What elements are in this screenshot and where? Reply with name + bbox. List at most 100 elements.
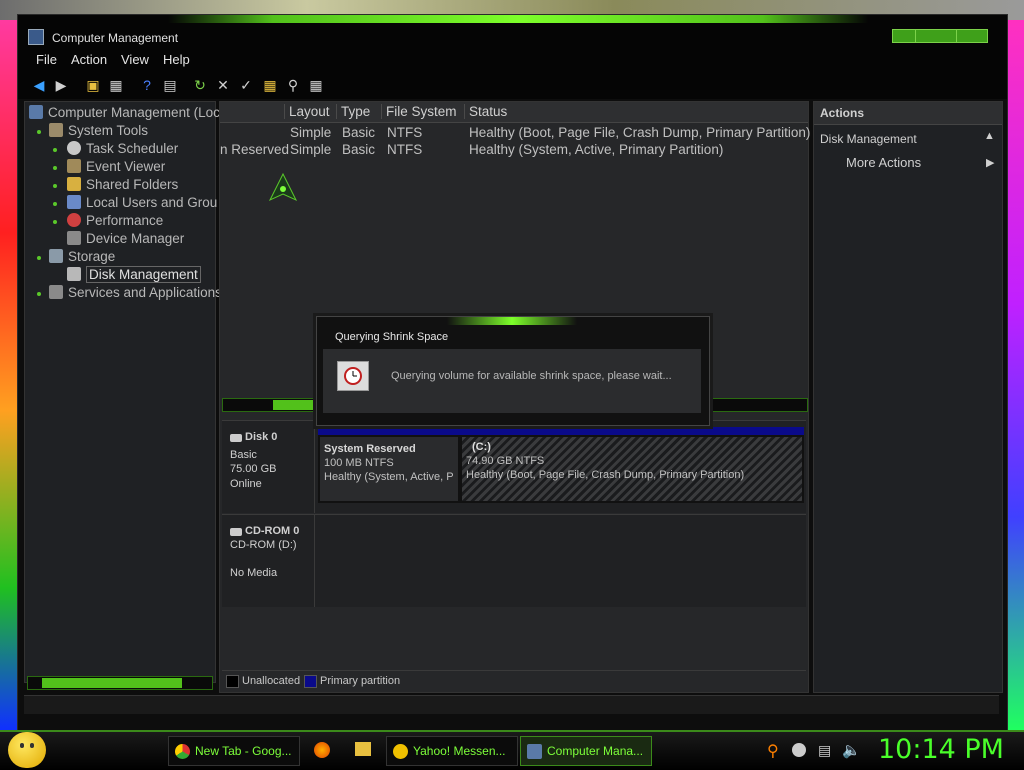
unallocated-swatch (226, 675, 239, 688)
tree-horizontal-scrollbar[interactable] (27, 676, 213, 690)
close-button[interactable] (956, 29, 988, 43)
title-bar[interactable]: Computer Management (18, 15, 1007, 49)
search-icon[interactable]: ⚲ (284, 76, 302, 94)
expand-bullet[interactable] (37, 292, 41, 296)
yahoo-messenger-icon (393, 744, 408, 759)
tree-item-computer-management[interactable]: Computer Management (Loc (29, 104, 220, 122)
column-layout[interactable]: Layout (284, 104, 330, 119)
dialog-decoration (447, 317, 577, 325)
task-yahoo-messenger[interactable]: Yahoo! Messen... (386, 736, 518, 766)
legend: Unallocated Primary partition (222, 670, 806, 689)
window-title: Computer Management (52, 31, 179, 45)
minimize-button[interactable] (892, 29, 916, 43)
help-icon[interactable]: ? (138, 76, 156, 94)
clock-icon (67, 141, 81, 155)
taskbar: New Tab - Goog... Yahoo! Messen... Compu… (0, 730, 1024, 770)
disk-0-type: Basic (230, 449, 257, 461)
desktop-wallpaper-left (0, 20, 17, 730)
start-button[interactable] (8, 732, 46, 768)
maximize-button[interactable] (915, 29, 957, 43)
expand-bullet[interactable] (37, 130, 41, 134)
delete-icon[interactable]: ✕ (214, 76, 232, 94)
column-file-system[interactable]: File System (381, 104, 457, 119)
status-icon[interactable] (792, 743, 806, 757)
tree-item-storage[interactable]: Storage (49, 248, 115, 266)
tree-item-performance[interactable]: Performance (67, 212, 163, 230)
properties-icon[interactable]: ▤ (161, 76, 179, 94)
partition-c-drive[interactable]: (C:) 74.90 GB NTFS Healthy (Boot, Page F… (460, 435, 804, 503)
querying-shrink-dialog: Querying Shrink Space Querying volume fo… (316, 316, 710, 426)
tools-icon (49, 123, 63, 137)
task-computer-management[interactable]: Computer Mana... (520, 736, 652, 766)
firefox-icon[interactable] (314, 742, 330, 758)
app-icon (28, 29, 44, 45)
disk-0-row: Disk 0 Basic 75.00 GB Online System Rese… (222, 420, 806, 513)
actions-header: Actions (814, 102, 1002, 125)
expand-bullet[interactable] (53, 148, 57, 152)
expand-bullet[interactable] (53, 166, 57, 170)
disk-icon (67, 267, 81, 281)
menu-help[interactable]: Help (163, 52, 190, 67)
cdrom-0-label[interactable]: CD-ROM 0 CD-ROM (D:) No Media (222, 515, 315, 607)
users-icon (67, 195, 81, 209)
partition-system-reserved[interactable]: System Reserved 100 MB NTFS Healthy (Sys… (318, 435, 460, 503)
back-icon[interactable]: ◀ (30, 76, 48, 94)
clock[interactable]: 10:14 PM (878, 734, 1004, 765)
column-type[interactable]: Type (336, 104, 370, 119)
desktop-wallpaper-right (1006, 20, 1024, 730)
search-icon[interactable]: ⚲ (767, 741, 779, 761)
menu-action[interactable]: Action (71, 52, 107, 67)
menu-file[interactable]: File (36, 52, 57, 67)
tree-item-task-scheduler[interactable]: Task Scheduler (67, 140, 178, 158)
services-icon (49, 285, 63, 299)
grid-icon[interactable]: ▦ (307, 76, 325, 94)
computer-icon (527, 744, 542, 759)
menu-bar: File Action View Help (18, 49, 1007, 71)
network-icon[interactable]: ▤ (818, 742, 831, 759)
tree-item-device-manager[interactable]: Device Manager (67, 230, 184, 248)
volume-icon[interactable]: 🔈 (842, 741, 861, 759)
forward-icon[interactable]: ▶ (52, 76, 70, 94)
computer-icon (29, 105, 43, 119)
tree-item-services[interactable]: Services and Applications (49, 284, 222, 302)
more-actions-link[interactable]: More Actions (846, 155, 921, 170)
cdrom-icon (230, 528, 242, 536)
device-manager-icon (67, 231, 81, 245)
chevron-right-icon: ▶ (986, 157, 995, 169)
task-chrome[interactable]: New Tab - Goog... (168, 736, 300, 766)
collapse-up-icon[interactable]: ▲ (984, 130, 995, 142)
tree-item-disk-management[interactable]: Disk Management (67, 266, 201, 284)
toolbar: ◀ ▶ ▣ ▦ ? ▤ ↻ ✕ ✓ ▦ ⚲ ▦ (18, 71, 1007, 99)
disk-0-label[interactable]: Disk 0 Basic 75.00 GB Online (222, 421, 315, 513)
cdrom-0-name: CD-ROM 0 (230, 525, 299, 537)
disk-0-size: 75.00 GB (230, 463, 277, 475)
cdrom-0-row: CD-ROM 0 CD-ROM (D:) No Media (222, 514, 806, 607)
explorer-icon[interactable] (355, 742, 371, 756)
open-icon[interactable]: ▦ (261, 76, 279, 94)
column-status[interactable]: Status (464, 104, 507, 119)
tree-item-local-users[interactable]: Local Users and Grou (67, 194, 217, 212)
disk-0-state: Online (230, 478, 262, 490)
tree-item-shared-folders[interactable]: Shared Folders (67, 176, 178, 194)
smiley-eye (20, 743, 24, 748)
event-viewer-icon (67, 159, 81, 173)
expand-bullet[interactable] (37, 256, 41, 260)
chrome-icon (175, 744, 190, 759)
shared-folder-icon (67, 177, 81, 191)
scrollbar-thumb[interactable] (42, 678, 182, 688)
folder-up-icon[interactable]: ▣ (84, 76, 102, 94)
show-hide-tree-icon[interactable]: ▦ (107, 76, 125, 94)
expand-bullet[interactable] (53, 220, 57, 224)
title-decoration (168, 15, 868, 23)
tree-item-system-tools[interactable]: System Tools (49, 122, 148, 140)
volume-list-header: Layout Type File System Status (220, 102, 808, 123)
actions-section-disk-management[interactable]: Disk Management (820, 132, 917, 146)
check-icon[interactable]: ✓ (237, 76, 255, 94)
menu-view[interactable]: View (121, 52, 149, 67)
expand-bullet[interactable] (53, 202, 57, 206)
primary-partition-bar (318, 427, 804, 435)
tree-item-event-viewer[interactable]: Event Viewer (67, 158, 165, 176)
dialog-title: Querying Shrink Space (335, 331, 449, 343)
refresh-icon[interactable]: ↻ (191, 76, 209, 94)
expand-bullet[interactable] (53, 184, 57, 188)
